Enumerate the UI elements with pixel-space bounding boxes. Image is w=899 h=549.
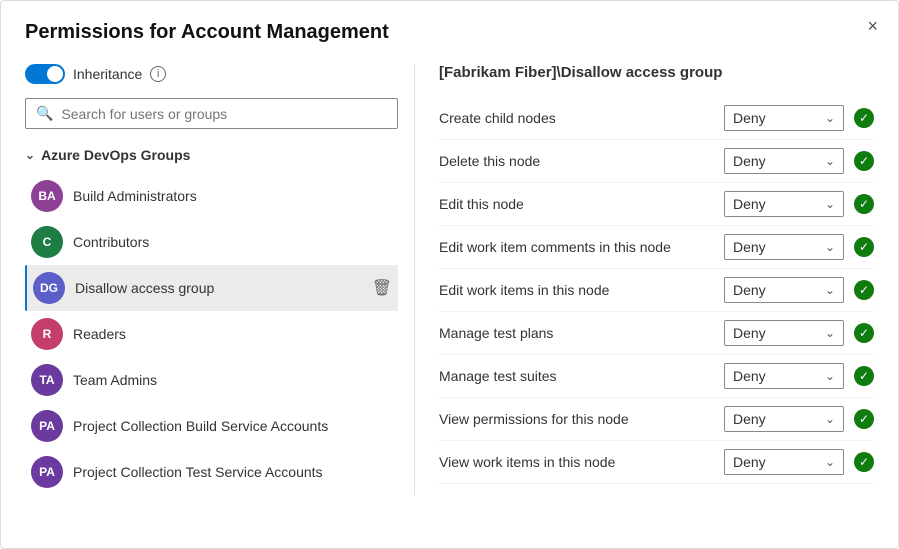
group-item[interactable]: R Readers [25, 311, 398, 357]
search-input[interactable] [61, 106, 387, 122]
permission-row: Delete this node Deny ⌄ ✓ [439, 140, 874, 183]
permission-label: Manage test plans [439, 325, 724, 341]
group-section-label: Azure DevOps Groups [41, 147, 190, 163]
avatar: PA [31, 456, 63, 488]
permission-value: Deny [733, 196, 766, 212]
permission-dropdown[interactable]: Deny ⌄ [724, 363, 844, 389]
avatar: BA [31, 180, 63, 212]
permission-value: Deny [733, 110, 766, 126]
check-icon: ✓ [854, 409, 874, 429]
chevron-down-icon: ⌄ [825, 283, 835, 297]
group-name: Build Administrators [73, 188, 197, 204]
permission-row: Edit work items in this node Deny ⌄ ✓ [439, 269, 874, 312]
check-icon: ✓ [854, 151, 874, 171]
permission-row: Edit work item comments in this nodeDeny… [439, 226, 874, 269]
chevron-down-icon: ⌄ [25, 148, 35, 162]
permission-label: Create child nodes [439, 110, 724, 126]
group-name: Project Collection Test Service Accounts [73, 464, 323, 480]
permissions-container: Create child nodesDeny⌄✓Delete this node… [439, 97, 874, 484]
permission-dropdown[interactable]: Deny ⌄ [724, 449, 844, 475]
permission-dropdown[interactable]: Deny ⌄ [724, 234, 844, 260]
check-icon: ✓ [854, 452, 874, 472]
group-list: BA Build Administrators C Contributors DG Dis… [25, 173, 398, 495]
check-icon: ✓ [854, 323, 874, 343]
group-name: Disallow access group [75, 280, 214, 296]
search-icon: 🔍 [36, 105, 53, 122]
permission-dropdown[interactable]: Deny ⌄ [724, 148, 844, 174]
group-item[interactable]: PA Project Collection Build Service Accou… [25, 403, 398, 449]
check-icon: ✓ [854, 237, 874, 257]
chevron-down-icon: ⌄ [825, 240, 835, 254]
permission-row: Manage test plans Deny ⌄ ✓ [439, 312, 874, 355]
permission-dropdown[interactable]: Deny ⌄ [724, 105, 844, 131]
chevron-down-icon: ⌄ [825, 369, 835, 383]
delete-icon[interactable]: 🗑 [372, 278, 392, 298]
search-box: 🔍 [25, 98, 398, 129]
permission-label: Edit work items in this node [439, 282, 724, 298]
group-name: Project Collection Build Service Account… [73, 418, 328, 434]
permission-value: Deny [733, 239, 766, 255]
dialog: Permissions for Account Management × Inh… [0, 0, 899, 549]
group-name: Readers [73, 326, 126, 342]
dialog-title: Permissions for Account Management [25, 21, 874, 44]
permission-row: View permissions for this node Deny ⌄ ✓ [439, 398, 874, 441]
info-icon[interactable]: i [150, 66, 166, 82]
permission-value: Deny [733, 411, 766, 427]
chevron-down-icon: ⌄ [825, 326, 835, 340]
right-panel: [Fabrikam Fiber]\Disallow access group C… [415, 64, 874, 495]
permission-row: Create child nodes Deny ⌄ ✓ [439, 97, 874, 140]
permission-label: Delete this node [439, 153, 724, 169]
check-icon: ✓ [854, 194, 874, 214]
permission-dropdown[interactable]: Deny ⌄ [724, 191, 844, 217]
permission-label: View permissions for this node [439, 411, 724, 427]
permission-label: View work items in this node [439, 454, 724, 470]
group-item[interactable]: TA Team Admins [25, 357, 398, 403]
group-name: Team Admins [73, 372, 157, 388]
avatar: TA [31, 364, 63, 396]
avatar: PA [31, 410, 63, 442]
permission-label: Manage test suites [439, 368, 724, 384]
check-icon: ✓ [854, 108, 874, 128]
permission-dropdown[interactable]: Deny ⌄ [724, 406, 844, 432]
permission-label: Edit work item comments in this node [439, 239, 724, 255]
selected-group-header: [Fabrikam Fiber]\Disallow access group [439, 64, 874, 81]
chevron-down-icon: ⌄ [825, 455, 835, 469]
group-item[interactable]: DG Disallow access group 🗑 [25, 265, 398, 311]
check-icon: ✓ [854, 366, 874, 386]
inheritance-label: Inheritance [73, 66, 142, 82]
permission-value: Deny [733, 153, 766, 169]
inheritance-row: Inheritance i [25, 64, 398, 84]
permission-row: Edit this node Deny ⌄ ✓ [439, 183, 874, 226]
permission-dropdown[interactable]: Deny ⌄ [724, 320, 844, 346]
close-button[interactable]: × [867, 17, 878, 35]
permission-row: Manage test suites Deny ⌄ ✓ [439, 355, 874, 398]
avatar: DG [33, 272, 65, 304]
chevron-down-icon: ⌄ [825, 412, 835, 426]
permission-dropdown[interactable]: Deny ⌄ [724, 277, 844, 303]
permission-value: Deny [733, 368, 766, 384]
left-panel: Inheritance i 🔍 ⌄ Azure DevOps Groups BA… [25, 64, 415, 495]
avatar: R [31, 318, 63, 350]
group-item[interactable]: C Contributors [25, 219, 398, 265]
permission-label: Edit this node [439, 196, 724, 212]
group-name: Contributors [73, 234, 149, 250]
group-item[interactable]: PA Project Collection Test Service Accoun… [25, 449, 398, 495]
permission-value: Deny [733, 454, 766, 470]
permission-value: Deny [733, 325, 766, 341]
main-layout: Inheritance i 🔍 ⌄ Azure DevOps Groups BA… [25, 64, 874, 495]
permission-row: View work items in this node Deny ⌄ ✓ [439, 441, 874, 484]
avatar: C [31, 226, 63, 258]
group-item[interactable]: BA Build Administrators [25, 173, 398, 219]
chevron-down-icon: ⌄ [825, 111, 835, 125]
inheritance-toggle[interactable] [25, 64, 65, 84]
permission-value: Deny [733, 282, 766, 298]
chevron-down-icon: ⌄ [825, 197, 835, 211]
check-icon: ✓ [854, 280, 874, 300]
group-header: ⌄ Azure DevOps Groups [25, 143, 398, 167]
chevron-down-icon: ⌄ [825, 154, 835, 168]
